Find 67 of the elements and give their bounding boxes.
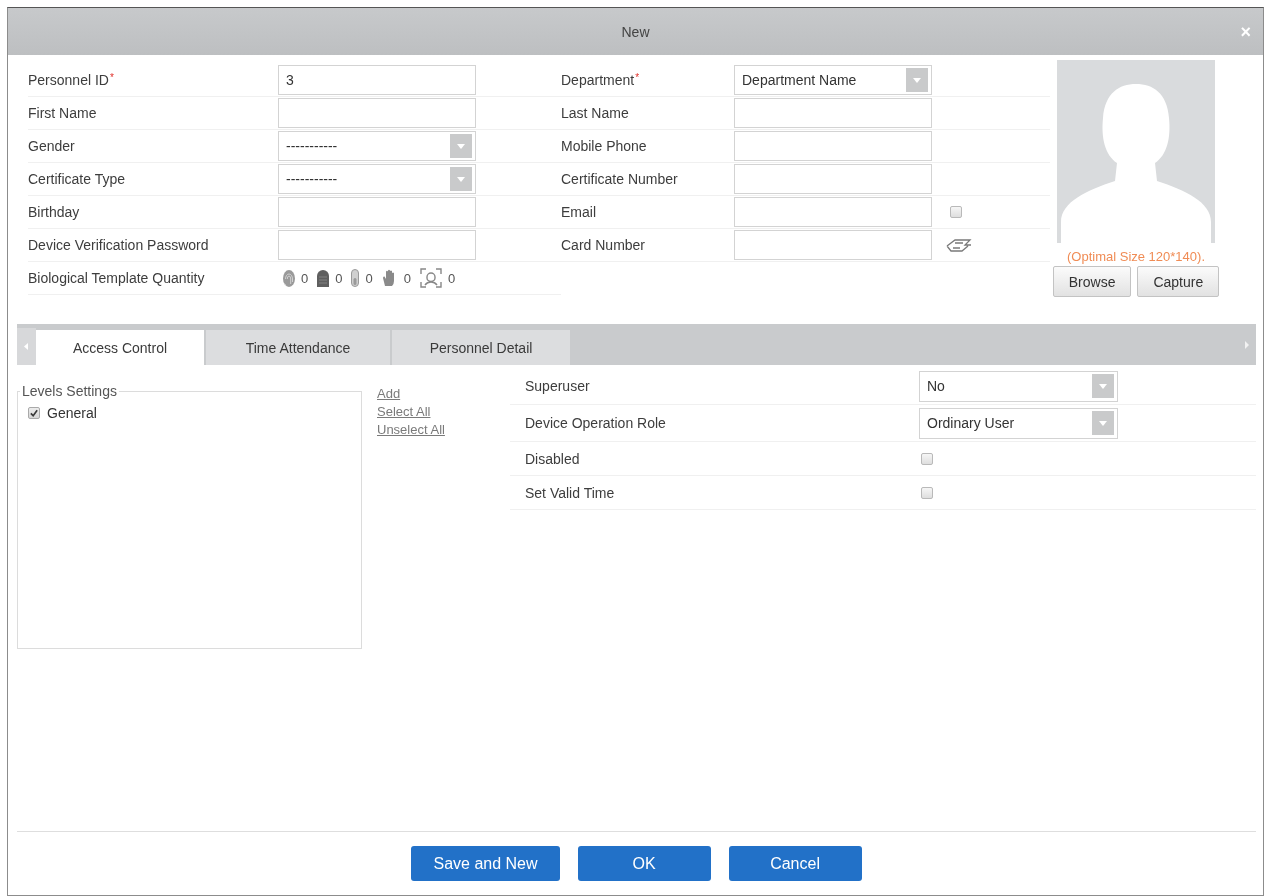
dropdown[interactable]: No <box>919 370 1118 402</box>
checkbox[interactable] <box>950 206 962 218</box>
caret-icon[interactable] <box>1092 374 1114 398</box>
add-link[interactable]: Add <box>377 385 401 403</box>
ok-button[interactable]: OK <box>577 846 711 881</box>
text-input[interactable] <box>278 230 476 260</box>
caret-icon[interactable] <box>906 68 928 92</box>
setting-label: Device Operation Role <box>524 415 667 431</box>
finger-icon <box>351 269 360 287</box>
select-all-link[interactable]: Select All <box>377 403 431 421</box>
caret-icon[interactable] <box>1092 411 1114 435</box>
template-count: 0 <box>335 270 343 286</box>
field-label: Card Number <box>561 237 647 253</box>
template-count: 0 <box>301 270 309 286</box>
unselect-all-link[interactable]: Unselect All <box>377 421 445 439</box>
checkbox[interactable] <box>28 407 40 419</box>
setting-label: Superuser <box>524 378 591 394</box>
field-label: Biological Template Quantity <box>28 270 206 286</box>
field-label: Birthday <box>28 204 81 220</box>
face-scan-icon <box>419 268 442 288</box>
dropdown[interactable]: ----------- <box>278 131 476 161</box>
text-input[interactable] <box>734 131 932 161</box>
scroll-left-icon[interactable] <box>17 328 36 365</box>
checkbox[interactable] <box>921 452 933 465</box>
scroll-right-icon[interactable] <box>1245 340 1249 349</box>
field-label: Email <box>561 204 597 220</box>
tab[interactable]: Access Control <box>36 330 204 365</box>
text-input[interactable]: 3 <box>278 65 476 95</box>
field-label: Certificate Type <box>28 171 126 187</box>
tab[interactable]: Personnel Detail <box>392 330 570 365</box>
field-label: Device Verification Password <box>28 237 210 253</box>
fingerprint-icon <box>283 269 295 287</box>
dropdown[interactable]: ----------- <box>278 164 476 194</box>
field-label: Mobile Phone <box>561 138 648 154</box>
checkbox-label: General <box>47 405 97 421</box>
photo-size-hint: (Optimal Size 120*140). <box>1067 249 1205 265</box>
hand-card-icon[interactable] <box>946 237 972 253</box>
field-label: Certificate Number <box>561 171 679 187</box>
text-input[interactable] <box>734 164 932 194</box>
browse-button[interactable]: Browse <box>1052 266 1132 297</box>
field-label: Personnel ID* <box>28 72 115 88</box>
tab[interactable]: Time Attendance <box>206 330 390 365</box>
template-count: 0 <box>365 270 373 286</box>
field-label: Gender <box>28 138 76 154</box>
levels-settings-title: Levels Settings <box>21 383 118 399</box>
dropdown[interactable]: Ordinary User <box>919 407 1118 439</box>
checkbox[interactable] <box>921 486 933 499</box>
caret-icon[interactable] <box>450 134 472 158</box>
fingertip-icon <box>317 269 330 287</box>
template-count: 0 <box>447 270 456 286</box>
template-count: 0 <box>403 270 411 286</box>
cancel-button[interactable]: Cancel <box>728 846 862 881</box>
caret-icon[interactable] <box>450 167 472 191</box>
setting-label: Set Valid Time <box>524 484 616 501</box>
text-input[interactable] <box>734 98 932 128</box>
dropdown[interactable]: Department Name <box>734 65 932 95</box>
save-and-new-button[interactable]: Save and New <box>411 846 560 881</box>
field-label: First Name <box>28 105 98 121</box>
text-input[interactable] <box>734 197 932 227</box>
field-label: Last Name <box>561 105 630 121</box>
setting-label: Disabled <box>524 450 581 467</box>
text-input[interactable] <box>278 98 476 128</box>
window-title: New <box>621 23 650 40</box>
text-input[interactable] <box>734 230 932 260</box>
field-label: Department* <box>561 72 641 88</box>
text-input[interactable] <box>278 197 476 227</box>
capture-button[interactable]: Capture <box>1137 266 1220 297</box>
